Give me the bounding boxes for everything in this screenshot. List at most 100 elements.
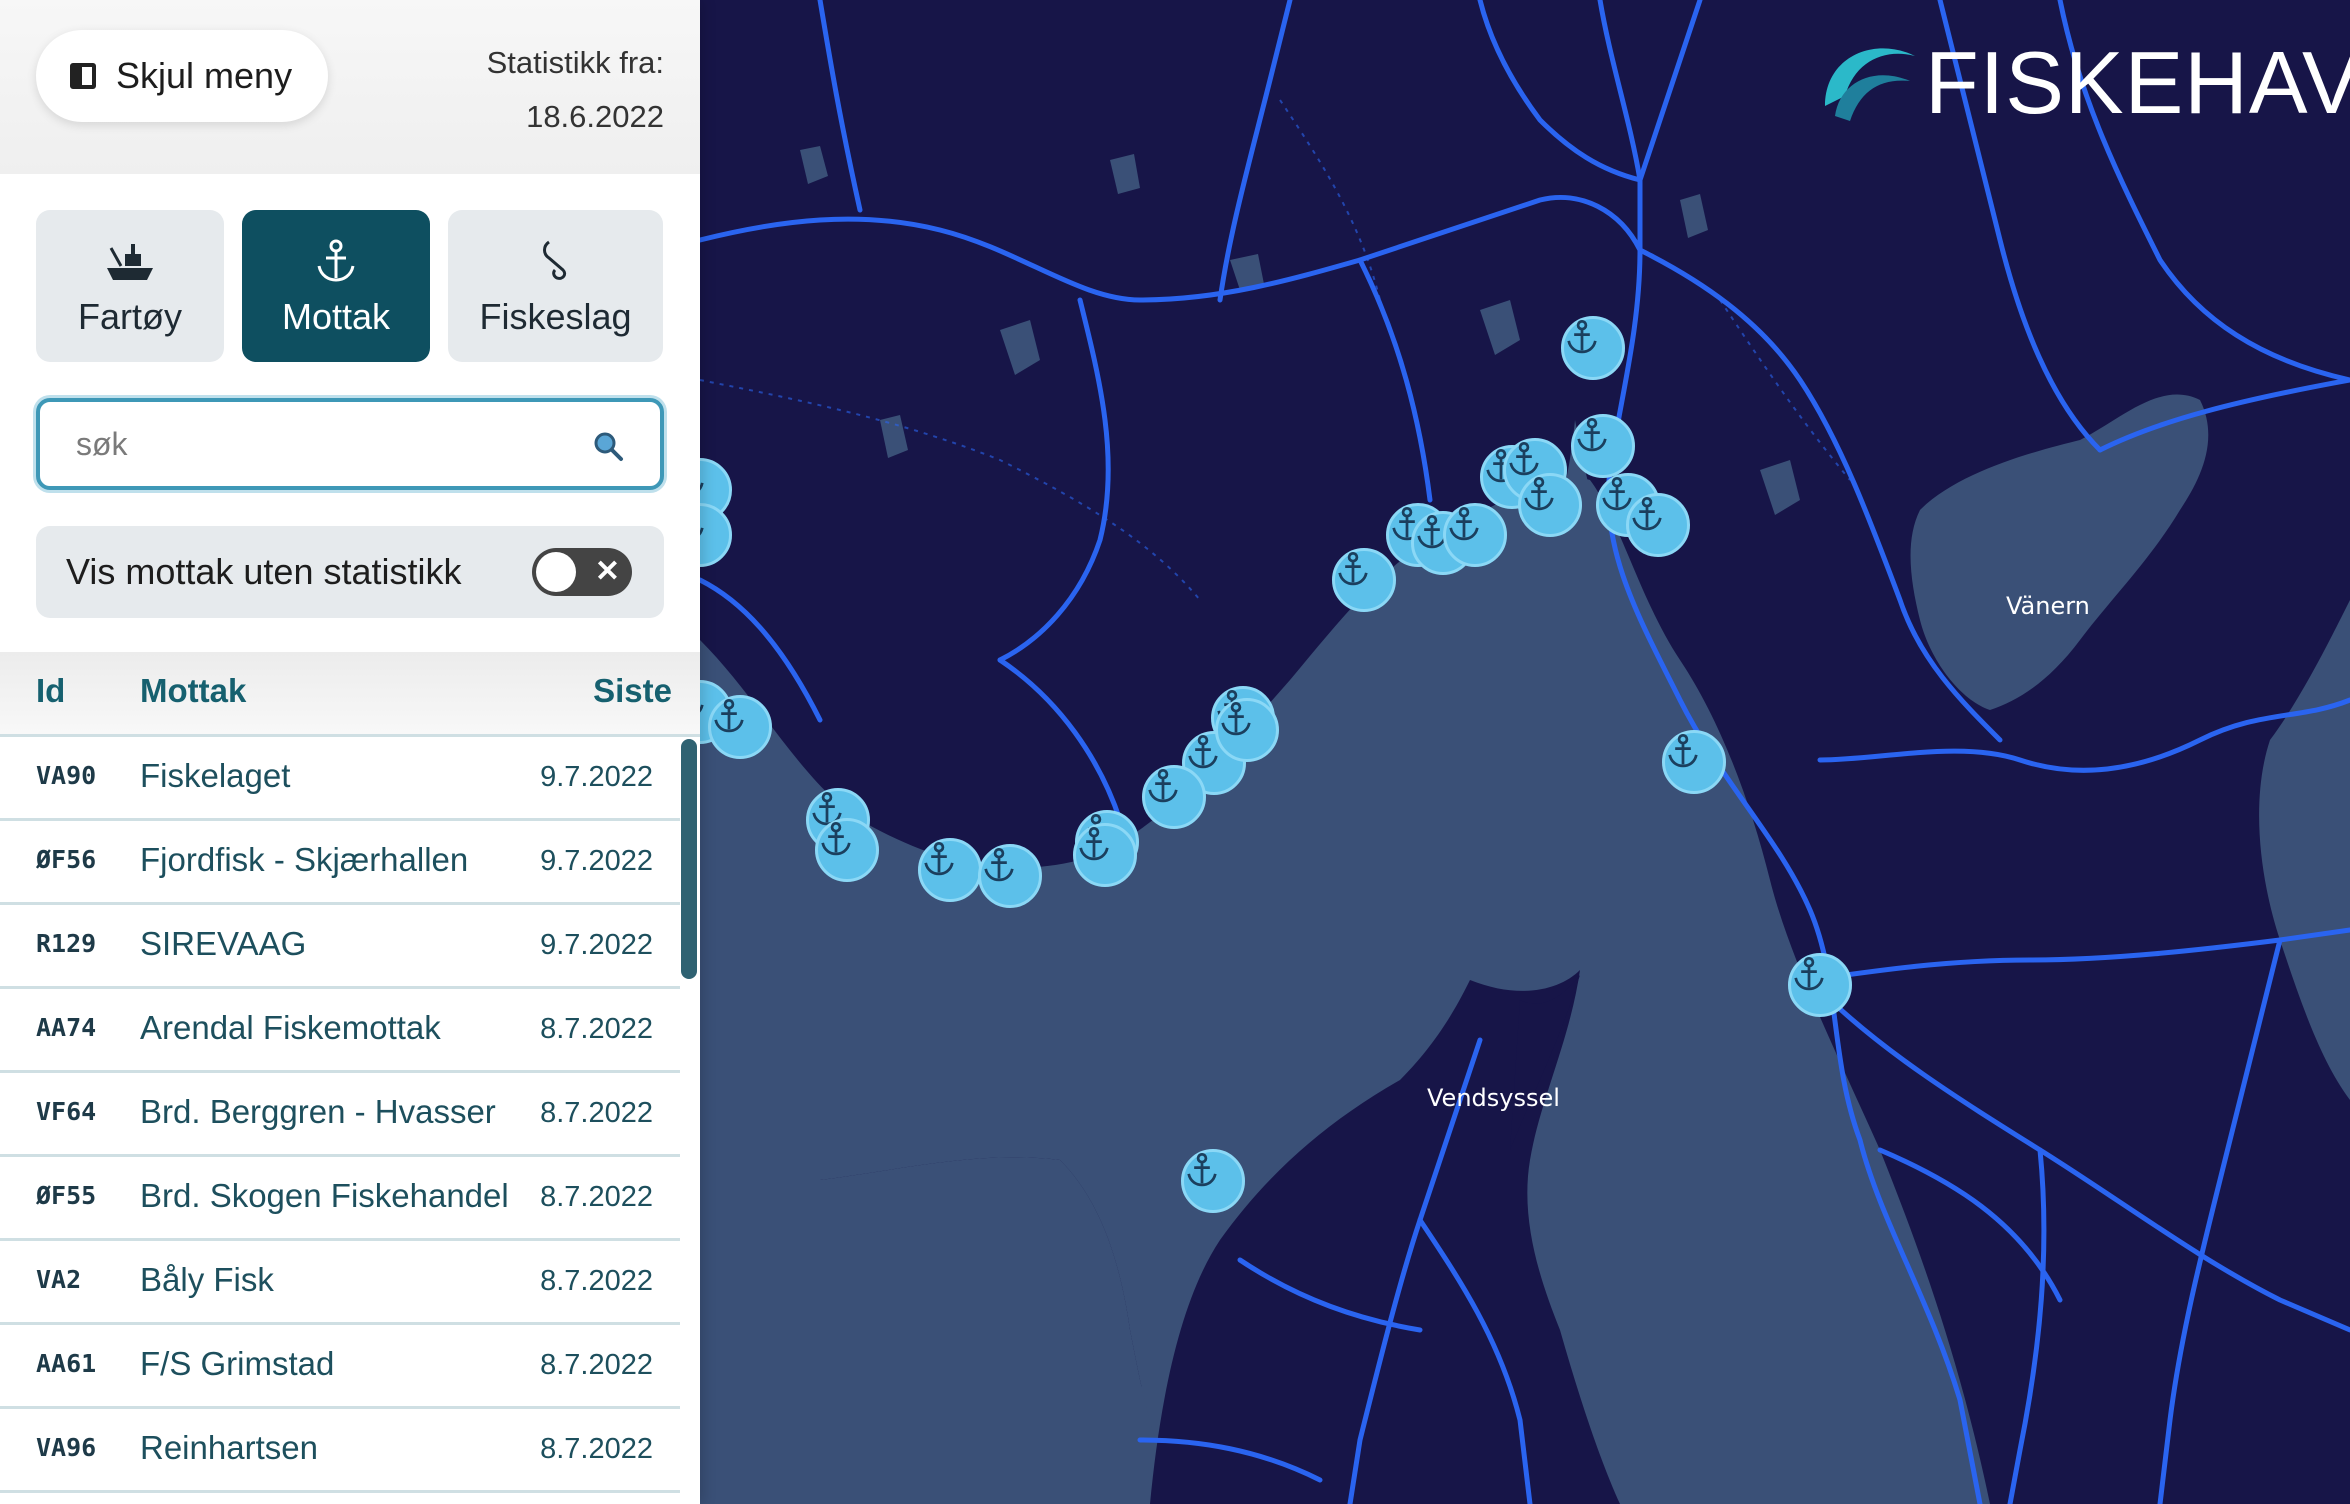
- row-mottak-name: F/S Grimstad: [140, 1345, 335, 1382]
- anchor-icon: [1221, 701, 1251, 736]
- hide-menu-button[interactable]: Skjul meny: [36, 30, 328, 122]
- search-box: [36, 398, 664, 490]
- table-scrollbar[interactable]: [681, 739, 697, 979]
- map-marker-anchor[interactable]: [1181, 1149, 1245, 1213]
- row-id: VA90: [36, 761, 97, 790]
- row-id: ØF55: [36, 1181, 97, 1210]
- anchor-icon: [1449, 506, 1479, 541]
- anchor-icon: [1577, 417, 1607, 452]
- map-marker-anchor[interactable]: [1561, 316, 1625, 380]
- row-id: AA74: [36, 1013, 97, 1042]
- table-row[interactable]: AA61 F/S Grimstad 8.7.2022: [0, 1325, 680, 1409]
- anchor-icon: [1668, 733, 1698, 768]
- row-last-date: 9.7.2022: [540, 761, 653, 793]
- row-last-date: 8.7.2022: [540, 1433, 653, 1465]
- table-row[interactable]: VA96 Reinhartsen 8.7.2022: [0, 1409, 680, 1493]
- tab-mottak-label: Mottak: [281, 296, 391, 337]
- row-mottak-name: Arendal Fiskemottak: [140, 1009, 441, 1046]
- row-mottak-name: Reinhartsen: [140, 1429, 318, 1466]
- place-label-vendsyssel: Vendsyssel: [1427, 1084, 1560, 1112]
- row-id: VA2: [36, 1265, 82, 1294]
- row-mottak-name: Båly Fisk: [140, 1261, 274, 1298]
- row-id: VF64: [36, 1097, 97, 1126]
- row-last-date: 9.7.2022: [540, 929, 653, 961]
- table-row[interactable]: ØF55 Brd. Skogen Fiskehandel 8.7.2022: [0, 1157, 680, 1241]
- map-marker-anchor[interactable]: [1215, 698, 1279, 762]
- row-mottak-name: SIREVAAG: [140, 925, 307, 962]
- statistics-from-label: Statistikk fra:: [486, 45, 664, 80]
- table-body: VA90 Fiskelaget 9.7.2022 ØF56 Fjordfisk - Sk…: [0, 737, 680, 1493]
- row-id: ØF56: [36, 845, 97, 874]
- map-marker-anchor[interactable]: [1571, 414, 1635, 478]
- statistics-from-date: 18.6.2022: [526, 99, 664, 134]
- sidebar: Skjul meny Statistikk fra: 18.6.2022 Far…: [0, 0, 700, 1504]
- anchor-icon: [313, 234, 359, 288]
- map-marker-anchor[interactable]: [978, 844, 1042, 908]
- row-last-date: 8.7.2022: [540, 1349, 653, 1381]
- brand-name: FISKEHAV: [1925, 33, 2350, 132]
- map-marker-anchor[interactable]: [815, 818, 879, 882]
- sidebar-toggle-icon: [70, 63, 96, 89]
- anchor-icon: [1632, 496, 1662, 531]
- anchor-icon: [924, 841, 954, 876]
- row-id: AA61: [36, 1349, 97, 1378]
- anchor-icon: [984, 847, 1014, 882]
- map-marker-anchor[interactable]: [1662, 730, 1726, 794]
- row-id: R129: [36, 929, 97, 958]
- row-last-date: 8.7.2022: [540, 1181, 653, 1213]
- map-marker-anchor[interactable]: [1073, 823, 1137, 887]
- close-icon: ✕: [594, 555, 620, 588]
- brand-logo: FISKEHAV: [1815, 26, 2350, 136]
- boat-icon: [103, 234, 157, 288]
- map-marker-anchor[interactable]: [1332, 548, 1396, 612]
- anchor-icon: [1794, 956, 1824, 991]
- row-mottak-name: Brd. Berggren - Hvasser: [140, 1093, 496, 1130]
- hide-menu-label: Skjul meny: [116, 55, 293, 96]
- tab-fiskeslag-label: Fiskeslag: [479, 296, 632, 337]
- map-marker-anchor[interactable]: [1788, 953, 1852, 1017]
- table-row[interactable]: ØF56 Fjordfisk - Skjærhallen 9.7.2022: [0, 821, 680, 905]
- map-marker-anchor[interactable]: [1626, 493, 1690, 557]
- tab-fartoy[interactable]: Fartøy: [36, 210, 224, 362]
- row-mottak-name: Brd. Skogen Fiskehandel: [140, 1177, 509, 1214]
- show-without-stats-label: Vis mottak uten statistikk: [66, 551, 462, 592]
- map-marker-anchor[interactable]: [708, 695, 772, 759]
- row-last-date: 8.7.2022: [540, 1013, 653, 1045]
- place-label-vanern: Vänern: [2006, 592, 2090, 620]
- anchor-icon: [1524, 476, 1554, 511]
- map-marker-anchor[interactable]: [1443, 503, 1507, 567]
- row-last-date: 9.7.2022: [540, 845, 653, 877]
- column-header-mottak[interactable]: Mottak: [140, 672, 246, 710]
- table-row[interactable]: VF64 Brd. Berggren - Hvasser 8.7.2022: [0, 1073, 680, 1157]
- table-row[interactable]: AA74 Arendal Fiskemottak 8.7.2022: [0, 989, 680, 1073]
- anchor-icon: [1187, 1152, 1217, 1187]
- map-marker-anchor[interactable]: [1142, 765, 1206, 829]
- anchor-icon: [1079, 826, 1109, 861]
- anchor-icon: [1148, 768, 1178, 803]
- statistics-from: Statistikk fra: 18.6.2022: [487, 36, 664, 144]
- view-tabs: Fartøy Mottak Fiskeslag: [36, 210, 664, 362]
- tab-mottak[interactable]: Mottak: [242, 210, 430, 362]
- anchor-icon: [714, 698, 744, 733]
- show-without-stats-toggle[interactable]: ✕: [532, 548, 632, 596]
- toggle-knob: [536, 552, 576, 592]
- show-without-stats-row: Vis mottak uten statistikk ✕: [36, 526, 664, 618]
- map-marker-anchor[interactable]: [918, 838, 982, 902]
- row-mottak-name: Fiskelaget: [140, 757, 291, 794]
- map-marker-anchor[interactable]: [1518, 473, 1582, 537]
- table-row[interactable]: VA90 Fiskelaget 9.7.2022: [0, 737, 680, 821]
- table-row[interactable]: R129 SIREVAAG 9.7.2022: [0, 905, 680, 989]
- anchor-icon: [1509, 441, 1539, 476]
- anchor-icon: [1567, 319, 1597, 354]
- search-icon[interactable]: [592, 430, 624, 462]
- tab-fartoy-label: Fartøy: [78, 296, 182, 337]
- hook-icon: [533, 234, 579, 288]
- row-id: VA96: [36, 1433, 97, 1462]
- row-last-date: 8.7.2022: [540, 1265, 653, 1297]
- column-header-id[interactable]: Id: [36, 672, 65, 710]
- anchor-icon: [821, 821, 851, 856]
- column-header-siste[interactable]: Siste: [593, 672, 672, 710]
- tab-fiskeslag[interactable]: Fiskeslag: [448, 210, 663, 362]
- search-input[interactable]: [74, 424, 578, 464]
- table-row[interactable]: VA2 Båly Fisk 8.7.2022: [0, 1241, 680, 1325]
